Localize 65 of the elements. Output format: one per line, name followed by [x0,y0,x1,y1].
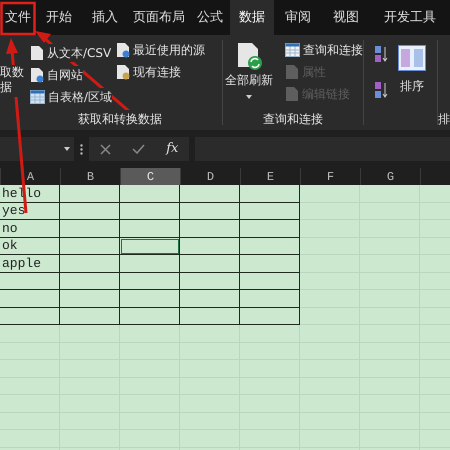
document-icon [30,45,44,61]
name-box[interactable] [0,137,74,161]
table-icon [30,90,45,104]
column-header[interactable]: A [0,168,60,185]
ribbon-command[interactable]: 最近使用的源 [116,41,219,59]
ribbon-tab[interactable]: 公式 [190,0,230,35]
caret-icon [246,95,252,99]
group-label: 查询和连接 [263,111,323,128]
table-cell: apple [0,255,60,272]
get-data-button[interactable]: 取数 据 [0,65,24,97]
table-cell [300,185,360,202]
document-icon [116,64,130,80]
table-cell [180,325,240,342]
column-header[interactable]: C [120,168,180,185]
sort-descending-icon[interactable] [374,81,388,99]
document-icon [285,86,299,102]
column-header[interactable]: G [360,168,420,185]
ribbon-tab[interactable]: 视图 [322,0,370,35]
insert-function-button[interactable]: fx [166,139,178,159]
ribbon-command[interactable]: 现有连接 [116,63,219,81]
ribbon-command[interactable]: 自表格/区域 [30,88,112,106]
table-cell [0,325,60,342]
table-cell [300,325,360,342]
ribbon-tab[interactable]: 审阅 [274,0,322,35]
sort-button[interactable]: 排序 [398,45,426,108]
group-label: 获取和转换数据 [78,110,162,128]
table-cell: no [0,220,60,238]
table-cell [120,325,180,342]
table-cell [60,325,120,342]
document-icon [285,64,299,80]
column-header[interactable]: E [240,168,300,185]
table-cell [360,185,420,202]
caret-icon [64,147,70,151]
table-cell [300,202,360,220]
table-icon [285,43,300,57]
ribbon-tab[interactable]: 插入 [82,0,128,35]
table-cell [300,272,360,290]
cancel-icon[interactable] [100,144,111,154]
column-header[interactable]: D [180,168,240,185]
ribbon-tab[interactable]: 开始 [36,0,82,35]
group-label: 排 [438,111,450,128]
ribbon-command[interactable]: 自网站 [30,66,83,84]
sort-ascending-icon[interactable] [374,45,388,63]
web-page-icon [30,67,44,83]
table-cell: ok [0,238,60,255]
table-cell [240,325,300,342]
column-header[interactable]: F [300,168,360,185]
ribbon-command[interactable]: 从文本/CSV [30,44,112,62]
table-cell: yes [0,202,60,220]
refresh-all-button[interactable]: 全部刷新 [223,41,275,108]
ribbon-tab[interactable]: 页面布局 [128,0,190,35]
ribbon-tab[interactable]: 数据 [230,0,274,35]
highlight-box [0,2,36,36]
sort-icon [398,45,426,71]
ribbon-command[interactable]: 查询和连接 [285,41,363,59]
table-cell [300,220,360,238]
more-icon[interactable] [80,144,83,154]
table-cell [300,308,360,325]
document-icon [116,42,130,58]
table-cell [300,255,360,272]
ribbon-tab[interactable]: 文件 [0,0,36,35]
ribbon-tab[interactable]: 开发工具 [370,0,450,35]
table-cell [300,238,360,255]
check-icon[interactable] [132,144,145,154]
table-cell [300,290,360,308]
